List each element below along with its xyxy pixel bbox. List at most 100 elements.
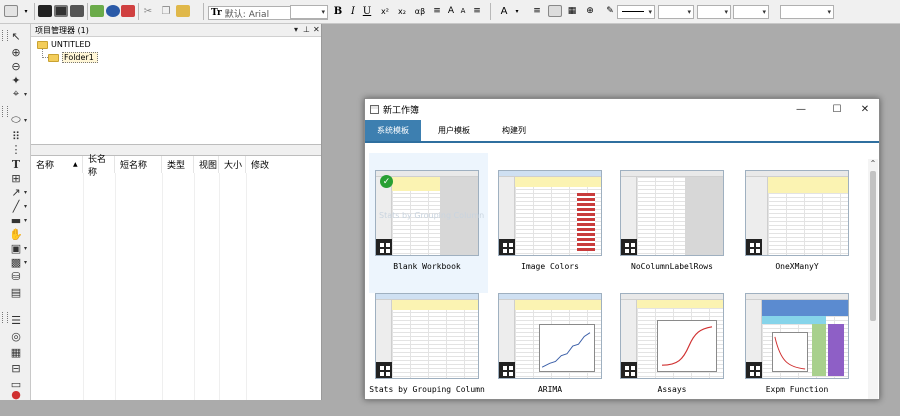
image-tool-icon[interactable]: ▩ [9,256,23,269]
line-width-icon[interactable]: ≡ [530,3,544,19]
tab-build-columns[interactable]: 构建列 [485,120,543,141]
scale-icon[interactable]: ⋮ [9,143,23,156]
symbol-icon[interactable]: ⊕ [583,3,597,19]
template-card-no-column-label-rows[interactable]: NoColumnLabelRows [614,153,730,293]
new-project-icon[interactable] [4,3,18,19]
line-color-icon[interactable]: ✎ [603,3,617,19]
template-card-expm-function[interactable]: Expm Function [739,276,855,416]
new-project-dropdown-icon[interactable]: ▾ [20,3,32,19]
arrow-tool-icon[interactable]: ↗ [9,186,23,199]
column-header-type[interactable]: 类型 [162,156,194,173]
lock-icon[interactable]: ⛁ [9,270,23,283]
new-workbook-icon[interactable] [121,3,135,19]
chevron-down-icon[interactable]: ▾ [513,3,521,19]
fill-color-icon[interactable] [548,3,562,19]
close-button[interactable]: ✕ [855,102,875,116]
chevron-down-icon[interactable]: ▾ [24,91,27,98]
workbook-icon [621,239,637,255]
chevron-down-icon[interactable]: ▾ [24,203,27,210]
column-header-short-name[interactable]: 短名称 [115,156,162,173]
pointer-icon[interactable]: ↖ [9,30,23,43]
template-card-one-x-many-y[interactable]: OneXManyY [739,153,855,293]
data-reader-icon[interactable]: ✦ [9,74,23,87]
gallery-scrollbar[interactable]: ⌃ [868,159,878,399]
toolbar-grip[interactable] [2,30,8,41]
item-list[interactable] [31,173,321,400]
template-card-assays[interactable]: Assays [614,276,730,416]
text-tool-icon[interactable]: T [9,158,23,171]
chevron-down-icon[interactable]: ▾ [24,189,27,196]
align-left-icon[interactable]: ≡ [430,3,444,19]
larger-font-icon[interactable]: A [446,3,456,19]
folder-icon [37,40,48,49]
template-card-image-colors[interactable]: Image Colors [492,153,608,293]
zoom-in-icon[interactable]: ⊕ [9,46,23,59]
line-width-dropdown[interactable]: ▾ [658,5,694,19]
scrollbar-thumb[interactable] [870,171,876,321]
list-icon[interactable]: ☰ [9,314,23,327]
rectangle-tool-icon[interactable]: ▬ [9,214,23,227]
column-header-size[interactable]: 大小 [219,156,246,173]
cut-icon[interactable]: ✂ [142,3,154,19]
import-icon[interactable] [90,3,104,19]
minimize-button[interactable]: — [791,102,811,116]
template-card-arima[interactable]: ARIMA [492,276,608,416]
new-matrix-icon[interactable] [70,3,84,19]
table-icon[interactable]: ▦ [9,346,23,359]
align-center-icon[interactable]: ≡ [470,3,484,19]
symbol-size-dropdown[interactable]: ▾ [697,5,731,19]
chevron-down-icon[interactable]: ▾ [24,259,27,266]
new-graph-icon[interactable] [106,3,120,19]
pattern-icon[interactable]: ▦ [565,3,579,19]
open-icon[interactable] [38,3,52,19]
greek-button[interactable]: αβ [413,3,427,19]
template-card-blank-workbook[interactable]: ✓ Blank Workbook Stats by Grouping Colum… [369,153,488,293]
column-header-view[interactable]: 视图 [194,156,219,173]
line-style-dropdown[interactable]: ▾ [617,5,655,19]
bold-button[interactable]: B [333,3,343,19]
pane-splitter[interactable] [31,144,321,156]
region-icon[interactable]: ⠿ [9,130,23,143]
tree-node-folder1[interactable]: Folder1 [48,52,98,63]
subscript-button[interactable]: x₂ [395,3,409,19]
column-header-modified[interactable]: 修改 [246,156,316,173]
stack-icon[interactable]: ▤ [9,286,23,299]
smaller-font-icon[interactable]: A [458,3,468,19]
font-color-icon[interactable]: A [497,3,511,19]
screen-reader-icon[interactable]: ⌖ [9,87,23,100]
window-icon[interactable]: ⊟ [9,362,23,375]
save-icon[interactable] [54,3,68,19]
maximize-button[interactable]: ☐ [827,102,847,116]
copy-icon[interactable]: ❐ [160,3,172,19]
line-tool-icon[interactable]: ╱ [9,200,23,213]
superscript-button[interactable]: x² [378,3,392,19]
chevron-down-icon[interactable]: ▾ [24,245,27,252]
toolbar-grip[interactable] [2,106,8,117]
tab-system-templates[interactable]: 系统模板 [365,120,421,141]
toolbar-grip[interactable] [2,312,8,323]
chevron-down-icon[interactable]: ▾ [24,117,27,124]
record-icon[interactable]: ● [9,388,23,401]
layer-icon[interactable]: ⊞ [9,172,23,185]
close-icon[interactable]: ✕ [313,25,320,34]
color-dropdown[interactable]: ▾ [780,5,834,19]
mask-icon[interactable]: ⬭ [9,113,23,126]
circle-icon[interactable]: ◎ [9,330,23,343]
column-header-name[interactable]: 名称 ▲ [31,156,83,173]
font-size-dropdown[interactable]: ▾ [290,5,328,19]
hand-icon[interactable]: ✋ [9,228,23,241]
paste-icon[interactable] [176,3,190,19]
graph-tool-icon[interactable]: ▣ [9,242,23,255]
chevron-down-icon[interactable]: ▾ [24,217,27,224]
scroll-up-icon[interactable]: ⌃ [868,159,878,169]
underline-button[interactable]: U [362,3,372,19]
column-header-long-name[interactable]: 长名称 [83,155,115,178]
pin-icon[interactable]: ▾ [294,25,298,34]
italic-button[interactable]: I [348,3,358,19]
tab-user-templates[interactable]: 用户模板 [425,120,483,141]
tree-node-root[interactable]: UNTITLED [37,40,91,49]
zoom-out-icon[interactable]: ⊖ [9,60,23,73]
pin-icon[interactable]: ⊥ [303,25,310,34]
template-card-stats-by-grouping-column[interactable]: Stats by Grouping Column [369,276,488,416]
symbol-shape-dropdown[interactable]: ▾ [733,5,769,19]
